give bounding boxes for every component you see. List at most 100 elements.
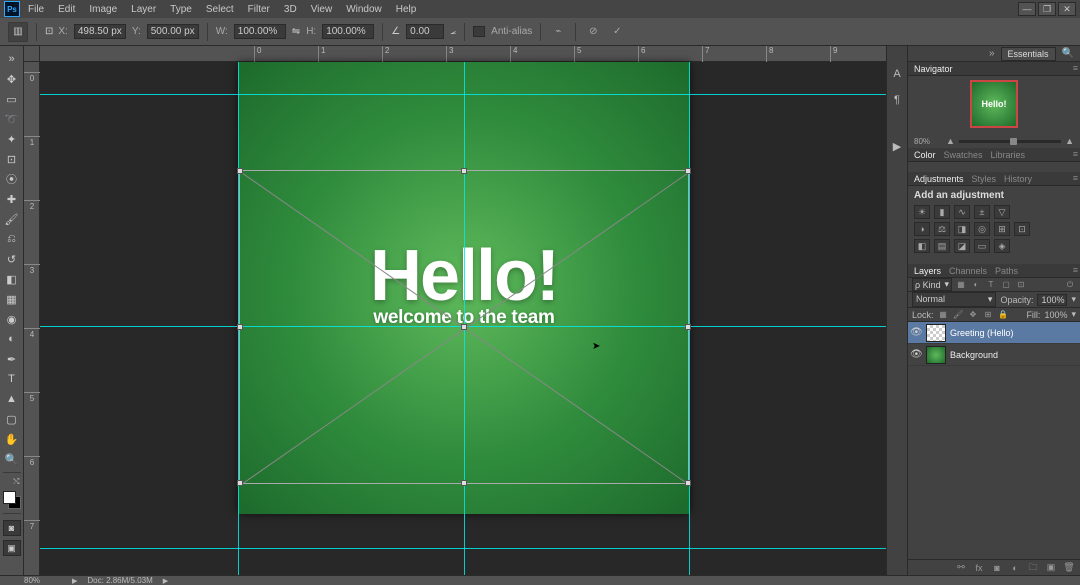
app-logo[interactable]: Ps bbox=[4, 1, 20, 17]
tab-libraries[interactable]: Libraries bbox=[991, 150, 1026, 160]
filter-kind-select[interactable]: ρ Kind▾ bbox=[912, 278, 952, 291]
filter-smart-icon[interactable]: ⊡ bbox=[1015, 279, 1027, 291]
lock-pixels-icon[interactable]: 🖌 bbox=[953, 309, 964, 320]
zoom-tool-icon[interactable]: 🔍 bbox=[2, 450, 22, 468]
eyedropper-tool-icon[interactable]: ⦿ bbox=[2, 170, 22, 188]
status-zoom[interactable]: 80% bbox=[24, 576, 62, 585]
lock-transparency-icon[interactable]: ▦ bbox=[938, 309, 949, 320]
healing-brush-tool-icon[interactable]: ✚ bbox=[2, 190, 22, 208]
h-input[interactable] bbox=[322, 24, 374, 39]
rectangle-tool-icon[interactable]: ▢ bbox=[2, 410, 22, 428]
layer-thumbnail[interactable] bbox=[926, 324, 946, 342]
menu-filter[interactable]: Filter bbox=[242, 2, 276, 17]
tab-adjustments[interactable]: Adjustments bbox=[914, 174, 964, 184]
visibility-icon[interactable]: 👁 bbox=[910, 327, 922, 338]
character-panel-icon[interactable]: A bbox=[889, 66, 905, 82]
guide-vertical[interactable] bbox=[238, 62, 239, 575]
canvas-area[interactable]: 0 1 2 3 4 5 6 7 0 1 2 3 4 5 6 7 8 9 Hell… bbox=[24, 46, 886, 575]
tab-color[interactable]: Color bbox=[914, 150, 936, 160]
marquee-tool-icon[interactable]: ▭ bbox=[2, 90, 22, 108]
menu-window[interactable]: Window bbox=[340, 2, 388, 17]
lock-artboard-icon[interactable]: ⊞ bbox=[983, 309, 994, 320]
navigator-panel-head[interactable]: Navigator ≡ bbox=[908, 62, 1080, 76]
tab-history[interactable]: History bbox=[1004, 174, 1032, 184]
link-icon[interactable]: ⇋ bbox=[292, 26, 300, 37]
search-icon[interactable]: 🔍 bbox=[1062, 48, 1074, 59]
filter-type-icon[interactable]: T bbox=[985, 279, 997, 291]
layer-name[interactable]: Background bbox=[950, 350, 998, 360]
filter-adjust-icon[interactable]: ◐ bbox=[970, 279, 982, 291]
panel-menu-icon[interactable]: ≡ bbox=[1073, 173, 1078, 183]
chevron-right-icon[interactable]: ▶ bbox=[72, 577, 77, 585]
tab-layers[interactable]: Layers bbox=[914, 266, 941, 276]
guide-vertical[interactable] bbox=[689, 62, 690, 575]
pen-tool-icon[interactable]: ✒ bbox=[2, 350, 22, 368]
layer-style-icon[interactable]: fx bbox=[972, 562, 986, 574]
link-layers-icon[interactable]: ⚯ bbox=[954, 562, 968, 574]
tab-navigator[interactable]: Navigator bbox=[914, 64, 953, 74]
layer-name[interactable]: Greeting (Hello) bbox=[950, 328, 1014, 338]
color-swatch[interactable] bbox=[3, 491, 21, 509]
menu-image[interactable]: Image bbox=[83, 2, 123, 17]
filter-switch-icon[interactable]: ⏻ bbox=[1064, 279, 1076, 291]
delete-layer-icon[interactable]: 🗑 bbox=[1062, 562, 1076, 574]
lasso-tool-icon[interactable]: ➰ bbox=[2, 110, 22, 128]
layer-row[interactable]: 👁 Background bbox=[908, 344, 1080, 366]
clone-stamp-tool-icon[interactable]: ⎌ bbox=[2, 230, 22, 248]
layers-panel-head[interactable]: Layers Channels Paths ≡ bbox=[908, 264, 1080, 278]
filter-shape-icon[interactable]: ▢ bbox=[1000, 279, 1012, 291]
x-input[interactable] bbox=[74, 24, 126, 39]
exposure-icon[interactable]: ± bbox=[974, 205, 990, 219]
maximize-button[interactable]: ❐ bbox=[1038, 2, 1056, 16]
quick-select-tool-icon[interactable]: ✦ bbox=[2, 130, 22, 148]
essentials-button[interactable]: Essentials bbox=[1001, 47, 1056, 61]
posterize-icon[interactable]: ▤ bbox=[934, 239, 950, 253]
warp-mode-icon[interactable]: ⌁ bbox=[549, 24, 567, 40]
layer-mask-icon[interactable]: ◙ bbox=[990, 562, 1004, 574]
gradient-tool-icon[interactable]: ▦ bbox=[2, 290, 22, 308]
colorbalance-icon[interactable]: ⚖ bbox=[934, 222, 950, 236]
chevron-down-icon[interactable]: ▾ bbox=[1071, 294, 1076, 305]
reference-point-icon[interactable]: ⊡ bbox=[45, 26, 52, 37]
visibility-icon[interactable]: 👁 bbox=[910, 349, 922, 360]
close-button[interactable]: ✕ bbox=[1058, 2, 1076, 16]
antialias-checkbox[interactable] bbox=[473, 26, 485, 37]
dodge-tool-icon[interactable]: ◐ bbox=[2, 330, 22, 348]
bw-icon[interactable]: ◨ bbox=[954, 222, 970, 236]
expand-arrows-icon[interactable]: » bbox=[2, 50, 22, 68]
vibrance-icon[interactable]: ▽ bbox=[994, 205, 1010, 219]
panel-menu-icon[interactable]: ≡ bbox=[1073, 265, 1078, 275]
brush-tool-icon[interactable]: 🖌 bbox=[2, 210, 22, 228]
swap-colors-icon[interactable]: ⤭ bbox=[4, 477, 20, 487]
zoom-in-icon[interactable]: ▲ bbox=[1065, 136, 1074, 146]
channelmix-icon[interactable]: ⊞ bbox=[994, 222, 1010, 236]
eraser-tool-icon[interactable]: ◧ bbox=[2, 270, 22, 288]
guide-horizontal[interactable] bbox=[40, 548, 886, 549]
adjustments-panel-head[interactable]: Adjustments Styles History ≡ bbox=[908, 172, 1080, 186]
screen-mode-icon[interactable]: ▣ bbox=[3, 540, 21, 556]
new-group-icon[interactable]: 🗀 bbox=[1026, 562, 1040, 574]
menu-file[interactable]: File bbox=[22, 2, 50, 17]
new-layer-icon[interactable]: ▣ bbox=[1044, 562, 1058, 574]
blur-tool-icon[interactable]: ◉ bbox=[2, 310, 22, 328]
type-tool-icon[interactable]: T bbox=[2, 370, 22, 388]
menu-help[interactable]: Help bbox=[390, 2, 423, 17]
minimize-button[interactable]: — bbox=[1018, 2, 1036, 16]
commit-transform-icon[interactable]: ✓ bbox=[608, 24, 626, 40]
w-input[interactable] bbox=[234, 24, 286, 39]
zoom-track[interactable] bbox=[959, 140, 1061, 143]
invert-icon[interactable]: ◧ bbox=[914, 239, 930, 253]
hue-icon[interactable]: ◑ bbox=[914, 222, 930, 236]
menu-3d[interactable]: 3D bbox=[278, 2, 303, 17]
selectivecolor-icon[interactable]: ◈ bbox=[994, 239, 1010, 253]
menu-layer[interactable]: Layer bbox=[125, 2, 162, 17]
navigator-thumbnail[interactable]: Hello! bbox=[970, 80, 1018, 128]
guide-vertical[interactable] bbox=[464, 62, 465, 575]
panel-menu-icon[interactable]: ≡ bbox=[1073, 63, 1078, 73]
lock-position-icon[interactable]: ✥ bbox=[968, 309, 979, 320]
fill-input[interactable]: 100% bbox=[1044, 310, 1067, 320]
menu-view[interactable]: View bbox=[305, 2, 339, 17]
color-panel-head[interactable]: Color Swatches Libraries ≡ bbox=[908, 148, 1080, 162]
colorlookup-icon[interactable]: ⊡ bbox=[1014, 222, 1030, 236]
photofilter-icon[interactable]: ◎ bbox=[974, 222, 990, 236]
